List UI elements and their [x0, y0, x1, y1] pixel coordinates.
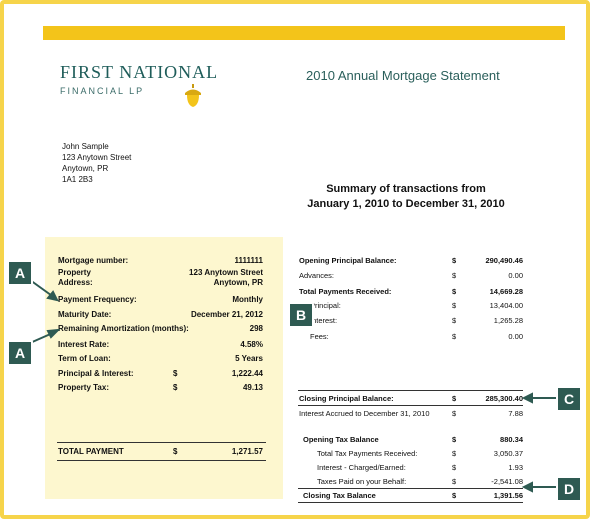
- callout-marker-c: C: [556, 386, 582, 412]
- callout-marker-a: A: [7, 340, 33, 366]
- callout-marker-a: A: [7, 260, 33, 286]
- callout-marker-d: D: [556, 476, 582, 502]
- callout-arrows: [29, 279, 557, 493]
- callout-marker-b: B: [288, 302, 314, 328]
